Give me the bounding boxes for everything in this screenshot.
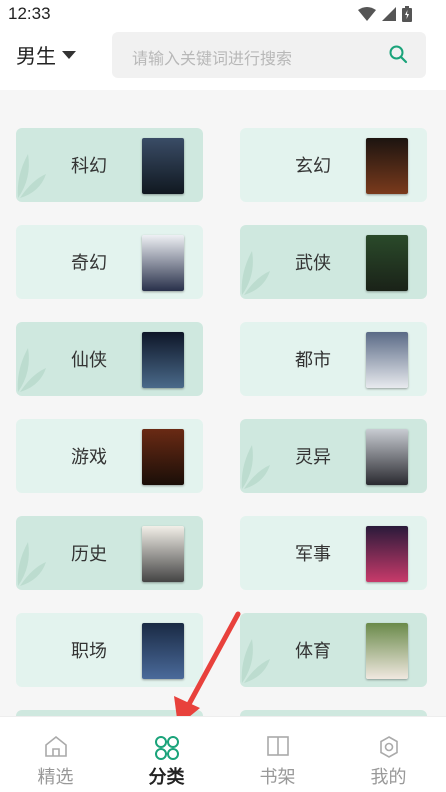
book-cover-image: [366, 138, 408, 194]
category-card[interactable]: 体育: [240, 613, 427, 687]
category-card[interactable]: 武侠: [240, 225, 427, 299]
leaf-icon: [17, 154, 46, 198]
category-label: 仙侠: [71, 350, 107, 371]
category-label: 都市: [295, 350, 331, 371]
category-card[interactable]: 游戏: [16, 419, 203, 493]
tab-label: 我的: [370, 767, 407, 788]
category-label: 灵异: [295, 447, 331, 468]
gender-label: 男生: [16, 44, 56, 68]
book-cover-image: [366, 332, 408, 388]
status-bar: 12:33: [0, 0, 446, 28]
category-icon: [154, 736, 179, 760]
category-label: 奇幻: [71, 253, 107, 274]
category-label: 武侠: [295, 253, 331, 274]
book-cover-image: [142, 526, 184, 582]
gender-selector[interactable]: 男生: [16, 40, 76, 69]
category-label: 科幻: [71, 156, 107, 177]
bottom-tab-bar: 精选 分类 书架 我的: [0, 716, 446, 792]
status-time: 12:33: [8, 4, 51, 23]
search-placeholder: 请输入关键词进行搜索: [132, 49, 293, 68]
book-cover-image: [366, 235, 408, 291]
tab-home[interactable]: 精选: [0, 717, 111, 792]
tab-label: 书架: [259, 767, 296, 788]
category-label: 游戏: [71, 447, 107, 468]
category-card[interactable]: 奇幻: [16, 225, 203, 299]
tab-profile[interactable]: 我的: [333, 717, 444, 792]
search-input[interactable]: 请输入关键词进行搜索: [112, 32, 426, 78]
category-card[interactable]: 军事: [240, 516, 427, 590]
tab-label: 分类: [148, 767, 185, 788]
book-cover-image: [366, 429, 408, 485]
tab-bookshelf[interactable]: 书架: [222, 717, 333, 792]
book-cover-image: [142, 235, 184, 291]
leaf-icon: [241, 251, 270, 295]
search-icon[interactable]: [388, 44, 408, 64]
book-cover-image: [366, 623, 408, 679]
leaf-icon: [17, 542, 46, 586]
category-card[interactable]: 都市: [240, 322, 427, 396]
category-card[interactable]: 玄幻: [240, 128, 427, 202]
category-label: 职场: [71, 641, 107, 662]
signal-icon: [382, 7, 396, 21]
book-cover-image: [366, 526, 408, 582]
tab-label: 精选: [37, 767, 74, 788]
category-card[interactable]: 历史: [16, 516, 203, 590]
book-cover-image: [142, 138, 184, 194]
category-card[interactable]: 仙侠: [16, 322, 203, 396]
category-label: 军事: [295, 544, 331, 565]
annotation-arrow-icon: [174, 611, 241, 726]
wifi-icon: [358, 7, 376, 21]
category-label: 体育: [295, 641, 331, 662]
profile-icon: [379, 736, 398, 758]
status-icons: [358, 6, 412, 22]
category-card[interactable]: 科幻: [16, 128, 203, 202]
leaf-icon: [17, 348, 46, 392]
header: 男生 请输入关键词进行搜索: [0, 28, 446, 90]
category-label: 玄幻: [295, 156, 331, 177]
caret-down-icon: [62, 50, 76, 59]
home-icon: [44, 735, 67, 757]
tab-category[interactable]: 分类: [111, 717, 222, 792]
book-cover-image: [142, 332, 184, 388]
leaf-icon: [241, 445, 270, 489]
category-label: 历史: [71, 544, 107, 565]
book-cover-image: [142, 429, 184, 485]
battery-icon: [402, 6, 412, 22]
bookshelf-icon: [266, 736, 289, 756]
category-card[interactable]: 灵异: [240, 419, 427, 493]
